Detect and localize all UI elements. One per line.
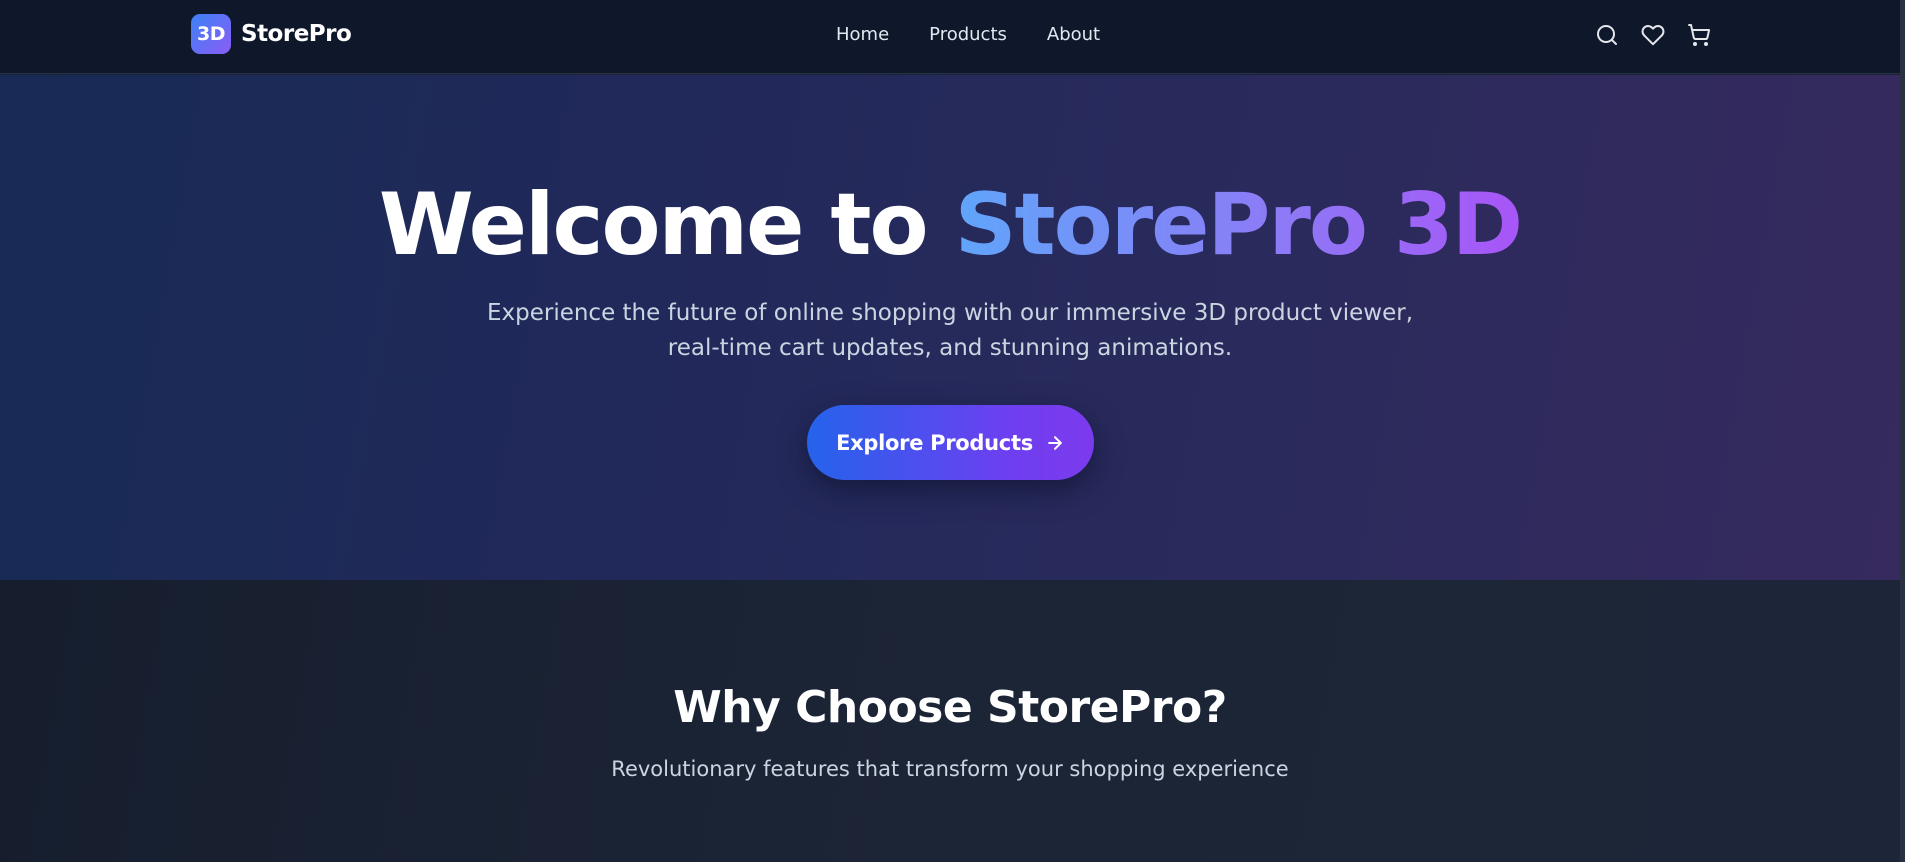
hero-title-prefix: Welcome to: [378, 175, 955, 275]
hero-title: Welcome to StorePro 3D: [0, 175, 1900, 275]
cart-icon[interactable]: [1686, 22, 1712, 48]
explore-products-button[interactable]: Explore Products: [807, 405, 1094, 480]
heart-icon[interactable]: [1640, 22, 1666, 48]
features-title: Why Choose StorePro?: [673, 682, 1227, 733]
hero-section: Welcome to StorePro 3D Experience the fu…: [0, 75, 1900, 580]
brand[interactable]: 3D StorePro: [191, 14, 352, 54]
brand-name[interactable]: StorePro: [241, 21, 352, 47]
nav-links: Home Products About: [836, 22, 1100, 48]
hero-title-accent: StorePro 3D: [954, 175, 1524, 275]
page: 3D StorePro Home Products About Welcome …: [0, 0, 1900, 862]
features-section: Why Choose StorePro? Revolutionary featu…: [0, 580, 1900, 862]
scrollbar[interactable]: [1900, 0, 1905, 862]
nav-link-products[interactable]: Products: [929, 22, 1007, 48]
search-icon[interactable]: [1594, 22, 1620, 48]
nav-link-home[interactable]: Home: [836, 22, 889, 48]
brand-logo[interactable]: 3D: [191, 14, 231, 54]
features-subtitle: Revolutionary features that transform yo…: [611, 757, 1289, 781]
explore-products-label: Explore Products: [836, 430, 1033, 455]
arrow-right-icon: [1048, 435, 1062, 450]
nav-link-about[interactable]: About: [1047, 22, 1100, 48]
navbar: 3D StorePro Home Products About: [0, 0, 1900, 74]
nav-icons: [1594, 22, 1712, 48]
hero-subtitle: Experience the future of online shopping…: [486, 300, 1414, 361]
